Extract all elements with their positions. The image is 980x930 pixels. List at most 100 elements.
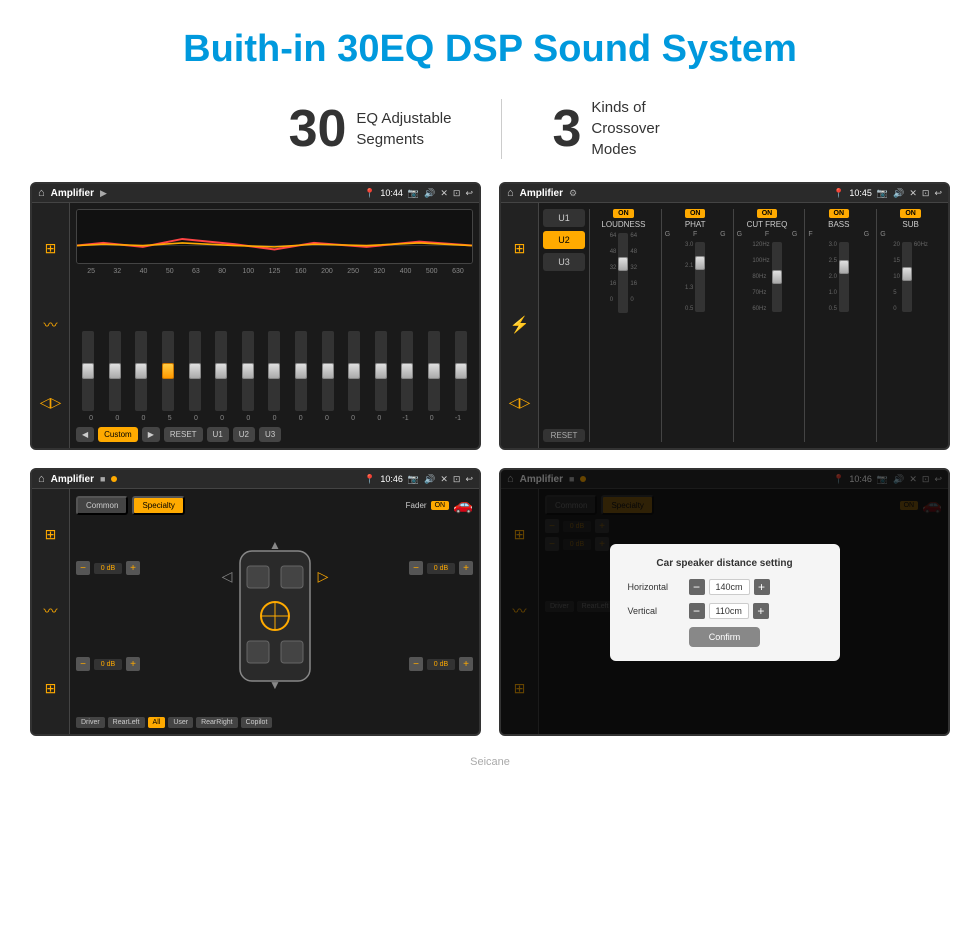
u3-btn[interactable]: U3 [259,427,281,442]
vol-fr-plus[interactable]: + [459,561,473,575]
prev-btn[interactable]: ◀ [76,427,94,442]
u1-btn[interactable]: U1 [207,427,229,442]
on-badge-phat[interactable]: ON [685,209,706,218]
title-2: Amplifier [520,188,563,199]
audio-icon-1[interactable]: ◁▷ [40,394,62,411]
volume-icon-1: 🔊 [424,188,435,199]
screen1-body: ⊞ 〰 ◁▷ 25 32 40 50 [32,203,479,448]
home-icon-2[interactable]: ⌂ [507,187,514,199]
reset-btn[interactable]: RESET [164,427,203,442]
rearleft-btn[interactable]: RearLeft [108,717,145,728]
freq-250: 250 [340,268,366,275]
horizontal-plus[interactable]: + [754,579,770,595]
topbar-3: ⌂ Amplifier ■ 📍 10:46 📷 🔊 ✕ ⊡ ↩ [32,470,479,489]
eq-icon-1[interactable]: ⊞ [45,240,57,257]
vol-fr-minus[interactable]: − [409,561,423,575]
vol-fl-plus[interactable]: + [126,561,140,575]
wave-icon-3[interactable]: 〰 [44,601,58,621]
crossover-reset[interactable]: RESET [543,429,585,442]
svg-text:▼: ▼ [269,678,281,691]
vol-rr-minus[interactable]: − [409,657,423,671]
channel-loudness: ON LOUDNESS 644832160 644832160 [589,209,657,442]
screens-grid: ⌂ Amplifier ▶ 📍 10:44 📷 🔊 ✕ ⊡ ↩ ⊞ 〰 ◁▷ [0,182,980,756]
settings-icon-3[interactable]: ■ [100,474,105,484]
close-icon-2[interactable]: ✕ [909,188,917,199]
confirm-button[interactable]: Confirm [689,627,761,647]
time-3: 10:46 [380,474,403,484]
vol-rl-minus[interactable]: − [76,657,90,671]
common-tab[interactable]: Common [76,496,128,515]
channel-phat: ON PHAT GFG 3.02.11.30.5 [661,209,729,442]
channel-cutfreq: ON CUT FREQ GFG 120Hz100Hz80Hz70Hz60Hz [733,209,801,442]
horizontal-minus[interactable]: − [689,579,705,595]
channel-name-loudness: LOUDNESS [601,220,645,229]
play-icon-1[interactable]: ▶ [100,188,107,199]
slider-col-8 [262,331,287,411]
channel-bass: ON BASS FG 3.02.52.01.00.5 [804,209,872,442]
settings-icon-2[interactable]: ⚙ [569,188,577,199]
horizontal-value: 140cm [709,579,750,595]
vertical-plus[interactable]: + [753,603,769,619]
stat-eq-text: EQ AdjustableSegments [356,108,451,150]
eq-icon-3[interactable]: ⊞ [45,526,57,543]
vol-rr-value: 0 dB [427,659,455,670]
freq-25: 25 [78,268,104,275]
on-badge-sub[interactable]: ON [900,209,921,218]
preset-u1[interactable]: U1 [543,209,585,227]
dialog-horizontal-row: Horizontal − 140cm + [628,579,822,595]
home-icon-1[interactable]: ⌂ [38,187,45,199]
close-icon-3[interactable]: ✕ [440,474,448,485]
copilot-btn[interactable]: Copilot [241,717,273,728]
volume-icon-2: 🔊 [893,188,904,199]
vol-fl-minus[interactable]: − [76,561,90,575]
horizontal-control: − 140cm + [689,579,770,595]
fader-on-toggle[interactable]: ON [431,501,450,510]
expand-icon-3[interactable]: ⊡ [453,474,461,485]
back-icon-3[interactable]: ↩ [465,474,473,485]
topbar-icons-1: 📍 10:44 📷 🔊 ✕ ⊡ ↩ [364,188,473,199]
all-btn[interactable]: All [148,717,166,728]
custom-btn[interactable]: Custom [98,427,138,442]
specialty-tab[interactable]: Specialty [132,496,184,515]
vertical-minus[interactable]: − [689,603,705,619]
back-icon-2[interactable]: ↩ [934,188,942,199]
speaker-icon-3[interactable]: ⊞ [45,680,57,697]
on-badge-bass[interactable]: ON [829,209,850,218]
audio-icon-2[interactable]: ◁▷ [509,394,531,411]
home-icon-3[interactable]: ⌂ [38,473,45,485]
vol-rl-plus[interactable]: + [126,657,140,671]
driver-btn[interactable]: Driver [76,717,105,728]
wave-icon-1[interactable]: 〰 [44,315,58,335]
preset-u2[interactable]: U2 [543,231,585,249]
car-icon[interactable]: 🚗 [453,495,473,515]
on-badge-cutfreq[interactable]: ON [757,209,778,218]
wave-icon-2[interactable]: ⚡ [510,315,530,335]
preset-u3[interactable]: U3 [543,253,585,271]
stat-eq-number: 30 [289,99,347,159]
title-1: Amplifier [51,188,94,199]
channel-sub: ON SUB G 20151050 60Hz [876,209,944,442]
rearright-btn[interactable]: RearRight [196,717,238,728]
on-badge-loudness[interactable]: ON [613,209,634,218]
slider-col-7 [236,331,261,411]
freq-40: 40 [130,268,156,275]
user-btn[interactable]: User [168,717,193,728]
close-icon-1[interactable]: ✕ [440,188,448,199]
car-diagram: ◁ ▷ ▲ ▼ [148,523,401,709]
time-1: 10:44 [380,188,403,198]
next-btn[interactable]: ▶ [142,427,160,442]
u2-btn[interactable]: U2 [233,427,255,442]
slider-col-5 [182,331,207,411]
stat-eq: 30 EQ AdjustableSegments [239,99,502,159]
back-icon-1[interactable]: ↩ [465,188,473,199]
eq-icon-2[interactable]: ⊞ [514,240,526,257]
svg-text:◁: ◁ [221,568,232,584]
location-icon-1: 📍 [364,188,375,199]
crossover-main: U1 U2 U3 RESET ON LOUDNESS 644832160 [539,203,948,448]
screen4-body: ⊞ 〰 ⊞ Common Specialty ON 🚗 −0 dB+ [501,489,948,734]
dialog-title: Car speaker distance setting [628,558,822,569]
expand-icon-2[interactable]: ⊡ [922,188,930,199]
sidebar-1: ⊞ 〰 ◁▷ [32,203,70,448]
expand-icon-1[interactable]: ⊡ [453,188,461,199]
vol-rr-plus[interactable]: + [459,657,473,671]
